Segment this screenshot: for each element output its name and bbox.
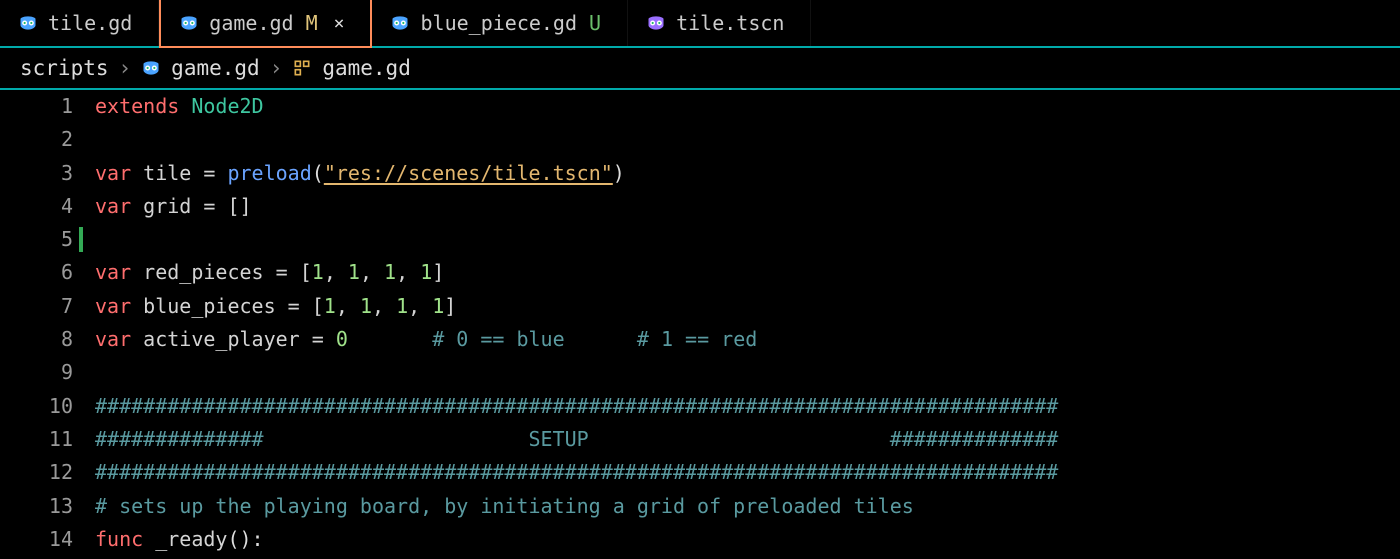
code-line[interactable] [95, 123, 1400, 156]
godot-icon [141, 58, 161, 78]
line-number: 8 [0, 323, 73, 356]
godot-icon [646, 13, 666, 33]
tab-bar: tile.gd game.gd M × blue_piece.gd U tile… [0, 0, 1400, 48]
tab-game-gd[interactable]: game.gd M × [159, 0, 372, 48]
line-number: 1 [0, 90, 73, 123]
line-number: 10 [0, 390, 73, 423]
line-number: 7 [0, 290, 73, 323]
code-line[interactable] [95, 356, 1400, 389]
code-line[interactable]: ############## SETUP ############## [95, 423, 1400, 456]
line-number: 4 [0, 190, 73, 223]
crumb-symbol[interactable]: game.gd [322, 56, 411, 80]
line-number: 12 [0, 456, 73, 489]
code-line[interactable]: var blue_pieces = [1, 1, 1, 1] [95, 290, 1400, 323]
godot-icon [179, 13, 199, 33]
code-line[interactable] [95, 223, 1400, 256]
tab-label: game.gd [209, 11, 293, 35]
tab-label: tile.gd [48, 11, 132, 35]
crumb-folder[interactable]: scripts [20, 56, 109, 80]
tab-tile-tscn[interactable]: tile.tscn [628, 0, 811, 46]
line-number-gutter: 1234567891011121314 [0, 90, 95, 559]
breadcrumb[interactable]: scripts › game.gd › game.gd [0, 48, 1400, 90]
code-line[interactable]: extends Node2D [95, 90, 1400, 123]
code-line[interactable]: # sets up the playing board, by initiati… [95, 490, 1400, 523]
line-number: 9 [0, 356, 73, 389]
code-line[interactable]: ########################################… [95, 390, 1400, 423]
chevron-right-icon: › [119, 56, 132, 80]
code-line[interactable]: var tile = preload("res://scenes/tile.ts… [95, 157, 1400, 190]
code-editor[interactable]: 1234567891011121314 extends Node2D var t… [0, 90, 1400, 559]
line-number: 2 [0, 123, 73, 156]
code-line[interactable]: var red_pieces = [1, 1, 1, 1] [95, 256, 1400, 289]
close-icon[interactable]: × [334, 13, 345, 34]
untracked-badge: U [589, 11, 601, 35]
symbol-class-icon [292, 58, 312, 78]
line-number: 5 [0, 223, 73, 256]
code-line[interactable]: func _ready(): [95, 523, 1400, 556]
crumb-file[interactable]: game.gd [171, 56, 260, 80]
code-line[interactable]: ########################################… [95, 456, 1400, 489]
tab-label: tile.tscn [676, 11, 784, 35]
code-area[interactable]: extends Node2D var tile = preload("res:/… [95, 90, 1400, 559]
line-number: 13 [0, 490, 73, 523]
tab-blue-piece-gd[interactable]: blue_piece.gd U [372, 0, 628, 46]
line-number: 6 [0, 256, 73, 289]
code-line[interactable]: var active_player = 0 # 0 == blue # 1 ==… [95, 323, 1400, 356]
tab-tile-gd[interactable]: tile.gd [0, 0, 159, 46]
modified-badge: M [306, 11, 318, 35]
godot-icon [18, 13, 38, 33]
tab-label: blue_piece.gd [420, 11, 577, 35]
code-line[interactable]: var grid = [] [95, 190, 1400, 223]
godot-icon [390, 13, 410, 33]
line-number: 3 [0, 157, 73, 190]
chevron-right-icon: › [270, 56, 283, 80]
line-number: 14 [0, 523, 73, 556]
line-number: 11 [0, 423, 73, 456]
